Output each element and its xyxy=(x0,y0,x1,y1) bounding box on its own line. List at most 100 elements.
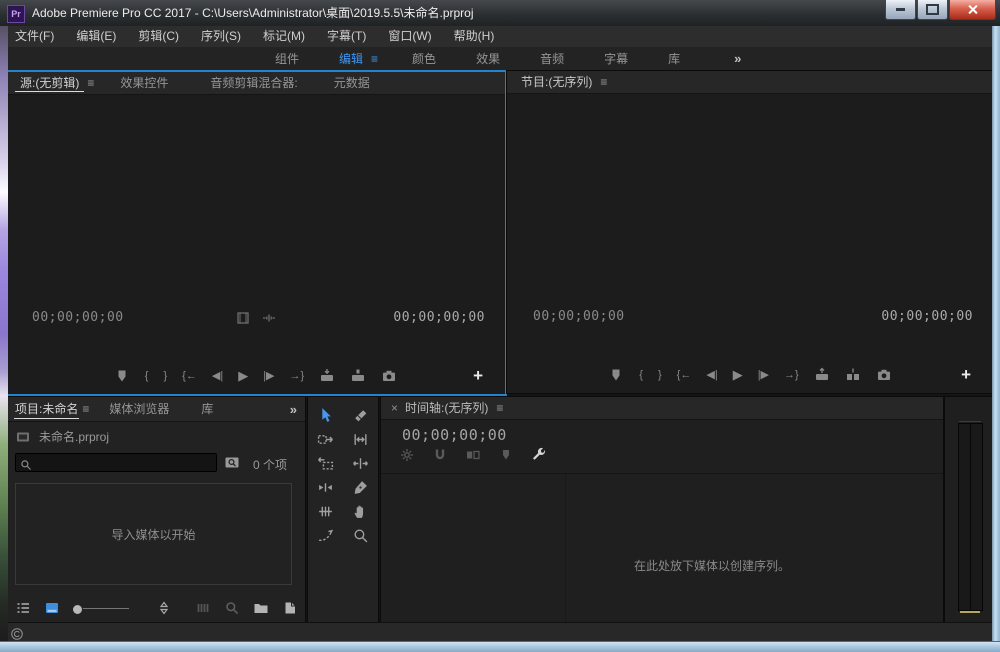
step-forward-button[interactable]: |▶ xyxy=(758,367,769,383)
project-file-row[interactable]: 未命名.prproj xyxy=(15,428,109,445)
go-to-out-button[interactable]: →} xyxy=(784,367,799,383)
source-transport-bar: { } {← ◀| ▶ |▶ →} + xyxy=(6,362,505,390)
path-select-tool[interactable] xyxy=(315,527,337,544)
menu-clip[interactable]: 剪辑(C) xyxy=(127,26,190,47)
menu-edit[interactable]: 编辑(E) xyxy=(65,26,127,47)
tab-timeline[interactable]: 时间轴:(无序列) xyxy=(403,397,502,419)
title-bar[interactable]: Pr Adobe Premiere Pro CC 2017 - C:\Users… xyxy=(0,0,1000,27)
export-frame-button[interactable] xyxy=(876,367,892,383)
add-marker-button[interactable] xyxy=(114,368,130,384)
zoom-tool[interactable] xyxy=(350,527,372,544)
rate-stretch-tool[interactable] xyxy=(315,479,337,496)
import-media-dropzone[interactable]: 导入媒体以开始 xyxy=(15,483,292,585)
timeline-panel[interactable]: × 时间轴:(无序列) ≡ 00;00;00;00 在此处 xyxy=(380,396,944,624)
mark-out-button[interactable]: } xyxy=(163,368,167,384)
source-monitor-panel[interactable]: 源:(无剪辑) ≡ 效果控件 音频剪辑混合器: 元数据 00;00;00;00 … xyxy=(4,70,507,396)
program-monitor-panel[interactable]: 节目:(无序列) ≡ 00;00;00;00 00;00;00;00 { } {… xyxy=(506,70,994,394)
mark-in-button[interactable]: { xyxy=(639,367,643,383)
media-browser-search-icon[interactable] xyxy=(224,454,240,470)
workspace-tab-editing[interactable]: 编辑 xyxy=(319,50,367,67)
minimize-button[interactable] xyxy=(885,0,916,20)
tab-source[interactable]: 源:(无剪辑) xyxy=(6,72,93,94)
list-view-button[interactable] xyxy=(15,600,31,616)
automate-to-sequence-button[interactable] xyxy=(195,600,211,616)
mark-in-button[interactable]: { xyxy=(145,368,149,384)
meter-bottom-mark xyxy=(960,611,980,613)
play-button[interactable]: ▶ xyxy=(733,367,743,383)
drag-video-icon[interactable] xyxy=(235,310,251,326)
tab-project[interactable]: 项目:未命名 xyxy=(5,397,88,421)
icon-view-button[interactable] xyxy=(44,600,60,616)
play-button[interactable]: ▶ xyxy=(238,368,248,384)
status-bar xyxy=(4,622,992,643)
timeline-timecode[interactable]: 00;00;00;00 xyxy=(402,426,507,444)
menu-window[interactable]: 窗口(W) xyxy=(377,26,442,47)
timeline-settings-wrench-icon[interactable] xyxy=(531,447,547,463)
go-to-out-button[interactable]: →} xyxy=(290,368,305,384)
workspace-tab-audio[interactable]: 音频 xyxy=(520,50,584,67)
selection-tool[interactable] xyxy=(315,407,337,424)
workspace-tab-assembly[interactable]: 组件 xyxy=(255,50,319,67)
project-media-icon xyxy=(15,429,31,445)
new-bin-button[interactable] xyxy=(253,600,269,616)
drag-audio-icon[interactable] xyxy=(261,310,277,326)
menu-sequence[interactable]: 序列(S) xyxy=(190,26,252,47)
snap-magnet-icon[interactable] xyxy=(432,447,448,463)
hand-tool[interactable] xyxy=(350,503,372,520)
add-marker-button[interactable] xyxy=(608,367,624,383)
workspace-tab-effects[interactable]: 效果 xyxy=(456,50,520,67)
find-button[interactable] xyxy=(224,600,240,616)
insert-button[interactable] xyxy=(319,368,335,384)
button-editor-button[interactable]: + xyxy=(961,367,971,383)
project-panel[interactable]: 项目:未命名 ≡ 媒体浏览器 库 » 未命名.prproj 0 个项 导入媒体以… xyxy=(4,396,306,624)
extract-button[interactable] xyxy=(845,367,861,383)
step-forward-button[interactable]: |▶ xyxy=(263,368,274,384)
step-back-button[interactable]: ◀| xyxy=(212,368,223,384)
menu-help[interactable]: 帮助(H) xyxy=(443,26,506,47)
menu-title[interactable]: 字幕(T) xyxy=(316,26,377,47)
creative-cloud-sync-icon[interactable] xyxy=(10,626,24,640)
workspace-tab-libraries[interactable]: 库 xyxy=(648,50,700,67)
export-frame-button[interactable] xyxy=(381,368,397,384)
project-search-box[interactable] xyxy=(15,453,217,472)
slip-tool[interactable] xyxy=(315,455,337,472)
tab-libraries[interactable]: 库 xyxy=(187,398,227,420)
pen-tool[interactable] xyxy=(350,479,372,496)
workspace-tab-titles[interactable]: 字幕 xyxy=(584,50,648,67)
tab-media-browser[interactable]: 媒体浏览器 xyxy=(95,398,183,420)
lift-button[interactable] xyxy=(814,367,830,383)
go-to-in-button[interactable]: {← xyxy=(182,368,197,384)
maximize-button[interactable] xyxy=(917,0,948,20)
close-button[interactable] xyxy=(949,0,996,20)
workspace-menu-icon[interactable]: ≡ xyxy=(367,52,392,66)
timeline-dropzone[interactable]: 在此处放下媒体以创建序列。 xyxy=(481,507,943,623)
menu-bar: 文件(F) 编辑(E) 剪辑(C) 序列(S) 标记(M) 字幕(T) 窗口(W… xyxy=(0,26,1000,48)
tab-metadata[interactable]: 元数据 xyxy=(320,72,384,94)
add-marker-icon[interactable] xyxy=(498,447,514,463)
slide-tool[interactable] xyxy=(315,503,337,520)
tab-program[interactable]: 节目:(无序列) xyxy=(507,71,606,93)
new-item-button[interactable] xyxy=(282,600,298,616)
project-overflow-icon[interactable]: » xyxy=(290,402,297,417)
overwrite-button[interactable] xyxy=(350,368,366,384)
razor-tool[interactable] xyxy=(350,407,372,424)
workspace-overflow-icon[interactable]: » xyxy=(734,51,741,66)
menu-file[interactable]: 文件(F) xyxy=(4,26,65,47)
workspace-tab-color[interactable]: 颜色 xyxy=(392,50,456,67)
zoom-slider[interactable] xyxy=(73,608,129,609)
track-select-forward-tool[interactable] xyxy=(315,431,337,448)
panel-close-icon[interactable]: × xyxy=(381,401,403,415)
go-to-in-button[interactable]: {← xyxy=(677,367,692,383)
menu-marker[interactable]: 标记(M) xyxy=(252,26,316,47)
step-back-button[interactable]: ◀| xyxy=(706,367,717,383)
sort-icon[interactable] xyxy=(156,600,172,616)
tab-audio-clip-mixer[interactable]: 音频剪辑混合器: xyxy=(196,72,311,94)
linked-selection-icon[interactable] xyxy=(465,447,481,463)
button-editor-button[interactable]: + xyxy=(473,368,483,384)
ripple-edit-tool[interactable] xyxy=(350,431,372,448)
mark-out-button[interactable]: } xyxy=(658,367,662,383)
search-input[interactable] xyxy=(32,456,196,470)
nest-toggle-icon[interactable] xyxy=(399,447,415,463)
tab-effect-controls[interactable]: 效果控件 xyxy=(106,72,182,94)
rolling-edit-tool[interactable] xyxy=(350,455,372,472)
